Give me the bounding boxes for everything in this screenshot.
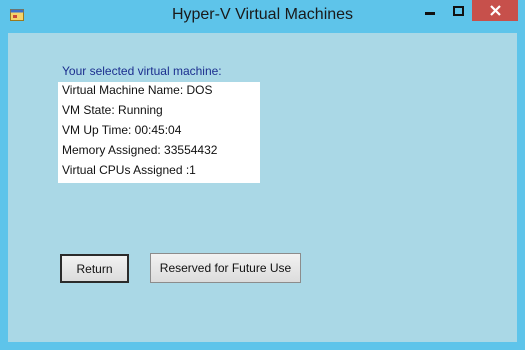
- vm-uptime-text: VM Up Time: 00:45:04: [62, 123, 182, 137]
- vm-name-text: Virtual Machine Name: DOS: [62, 83, 213, 97]
- vm-memory-text: Memory Assigned: 33554432: [62, 143, 218, 157]
- close-button[interactable]: [472, 0, 518, 21]
- minimize-button[interactable]: [416, 0, 444, 21]
- maximize-icon: [452, 5, 464, 16]
- vm-cpus-text: Virtual CPUs Assigned :1: [62, 163, 196, 177]
- vm-info-box: Virtual Machine Name: DOS VM State: Runn…: [58, 82, 260, 183]
- reserved-future-use-button[interactable]: Reserved for Future Use: [150, 253, 301, 283]
- close-icon: [489, 5, 501, 16]
- maximize-button[interactable]: [444, 0, 472, 21]
- minimize-icon: [425, 11, 435, 15]
- return-button[interactable]: Return: [60, 254, 129, 283]
- vm-state-text: VM State: Running: [62, 103, 163, 117]
- selected-vm-label: Your selected virtual machine:: [62, 64, 222, 78]
- client-area: Your selected virtual machine: Virtual M…: [8, 33, 517, 342]
- application-window: Hyper-V Virtual Machines Your selected v…: [0, 0, 525, 350]
- title-bar[interactable]: Hyper-V Virtual Machines: [0, 0, 525, 33]
